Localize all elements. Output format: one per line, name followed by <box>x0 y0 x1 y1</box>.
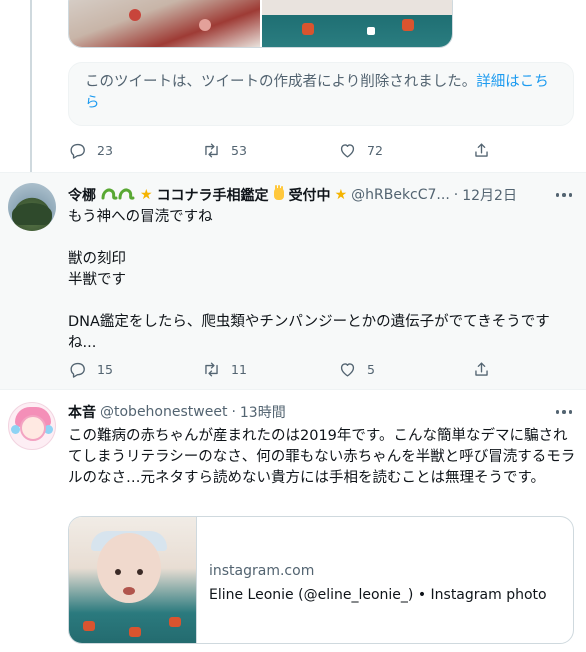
retweet-button[interactable]: 11 <box>202 360 247 379</box>
display-name[interactable]: 本音 <box>68 402 96 422</box>
share-icon <box>475 361 488 376</box>
display-name-tail2[interactable]: 受付中 <box>289 185 331 205</box>
photo-thumbnail[interactable] <box>261 0 452 47</box>
tweet-actions: 15 11 5 <box>68 359 498 379</box>
link-card-title: Eline Leonie (@eline_leonie_) • Instagra… <box>209 587 547 603</box>
more-button[interactable] <box>552 402 576 422</box>
handle[interactable]: @hRBekcC7... <box>351 187 450 203</box>
avatar[interactable] <box>8 402 56 450</box>
like-button[interactable]: 5 <box>338 360 375 379</box>
tweet-header: 令梛 ★ ココナラ手相鑑定 受付中 ★ @hRBekcC7... · 12月2日 <box>68 185 517 205</box>
link-card-domain: instagram.com <box>209 563 315 579</box>
heart-icon <box>340 143 355 158</box>
star-icon: ★ <box>140 187 153 203</box>
raised-hand-icon <box>273 185 285 205</box>
tweet-header: 本音 @tobehonestweet · 13時間 <box>68 402 286 422</box>
display-name[interactable]: 令梛 <box>68 185 96 205</box>
reply-button[interactable]: 15 <box>68 360 113 379</box>
reply-count: 15 <box>97 361 113 377</box>
thread-line <box>30 0 32 172</box>
retweet-icon <box>205 361 218 377</box>
retweet-icon <box>205 142 218 158</box>
more-button[interactable] <box>552 185 576 205</box>
handle[interactable]: @tobehonestweet <box>100 404 227 420</box>
heart-icon <box>340 362 355 377</box>
avatar[interactable] <box>8 183 56 231</box>
retweet-count: 53 <box>231 142 247 158</box>
media-grid[interactable] <box>68 0 453 48</box>
link-card[interactable]: instagram.com Eline Leonie (@eline_leoni… <box>68 516 574 644</box>
tweet-actions: 23 53 72 <box>68 140 498 160</box>
like-count: 72 <box>367 142 383 158</box>
retweet-count: 11 <box>231 361 247 377</box>
reply-icon <box>70 143 85 159</box>
deleted-tweet-notice: このツイートは、ツイートの作成者により削除されました。詳細はこちら <box>68 62 574 126</box>
display-name-tail[interactable]: ココナラ手相鑑定 <box>157 185 269 205</box>
timestamp[interactable]: 13時間 <box>240 402 286 422</box>
more-icon <box>555 410 573 414</box>
like-button[interactable]: 72 <box>338 141 383 160</box>
link-card-thumbnail <box>69 517 197 643</box>
like-count: 5 <box>367 361 375 377</box>
link-card-info: instagram.com Eline Leonie (@eline_leoni… <box>197 517 573 643</box>
tweet-text: この難病の赤ちゃんが産まれたのは2019年です。こんな簡単なデマに騙されてしまう… <box>68 428 576 486</box>
timestamp[interactable]: 12月2日 <box>462 185 517 205</box>
tweet[interactable]: 令梛 ★ ココナラ手相鑑定 受付中 ★ @hRBekcC7... · 12月2日… <box>0 172 586 390</box>
retweet-button[interactable]: 53 <box>202 141 247 160</box>
separator: · <box>453 187 459 203</box>
snake-emoji-icon <box>100 185 136 205</box>
reply-icon <box>70 362 85 378</box>
reply-count: 23 <box>97 142 113 158</box>
more-icon <box>555 193 573 197</box>
separator: · <box>231 404 236 420</box>
reply-button[interactable]: 23 <box>68 141 113 160</box>
photo-thumbnail[interactable] <box>69 0 260 47</box>
star-icon: ★ <box>334 187 348 203</box>
share-button[interactable] <box>472 141 491 160</box>
share-icon <box>475 142 488 157</box>
tweet-text: もう神への冒涜ですね 獣の刻印 半獣です DNA鑑定をしたら、爬虫類やチンパンジ… <box>68 209 550 351</box>
deleted-notice-text: このツイートは、ツイートの作成者により削除されました。 <box>85 74 477 90</box>
share-button[interactable] <box>472 360 491 379</box>
